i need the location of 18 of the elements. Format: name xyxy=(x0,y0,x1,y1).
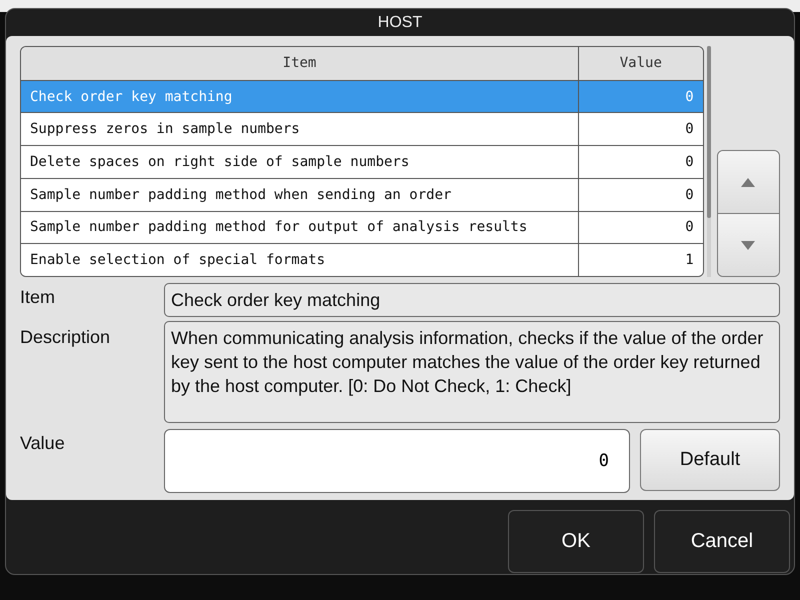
scroll-up-button[interactable] xyxy=(718,151,779,213)
description-label: Description xyxy=(20,326,112,349)
description-field: When communicating analysis information, checks if the value of the order key sent to the host computer matches the value of the order key returned by the host computer. [0: Do Not Check, 1: Check] xyxy=(164,321,780,423)
column-header: Item xyxy=(21,47,578,80)
value-input[interactable]: 0 xyxy=(164,429,630,493)
column-header: Value xyxy=(578,47,703,80)
ok-button[interactable]: OK xyxy=(508,510,644,573)
dialog-title: HOST xyxy=(376,12,424,32)
up-triangle-icon xyxy=(741,178,756,186)
item-label: Item xyxy=(20,286,56,309)
table-cell[interactable]: 1 xyxy=(578,244,703,276)
cancel-button[interactable]: Cancel xyxy=(654,510,790,573)
default-button[interactable]: Default xyxy=(640,429,780,491)
down-triangle-icon xyxy=(741,240,756,250)
item-field: Check order key matching xyxy=(164,283,780,317)
scrollbar[interactable] xyxy=(706,46,711,277)
value-label: Value xyxy=(20,432,66,455)
scroll-down-button[interactable] xyxy=(718,213,779,276)
